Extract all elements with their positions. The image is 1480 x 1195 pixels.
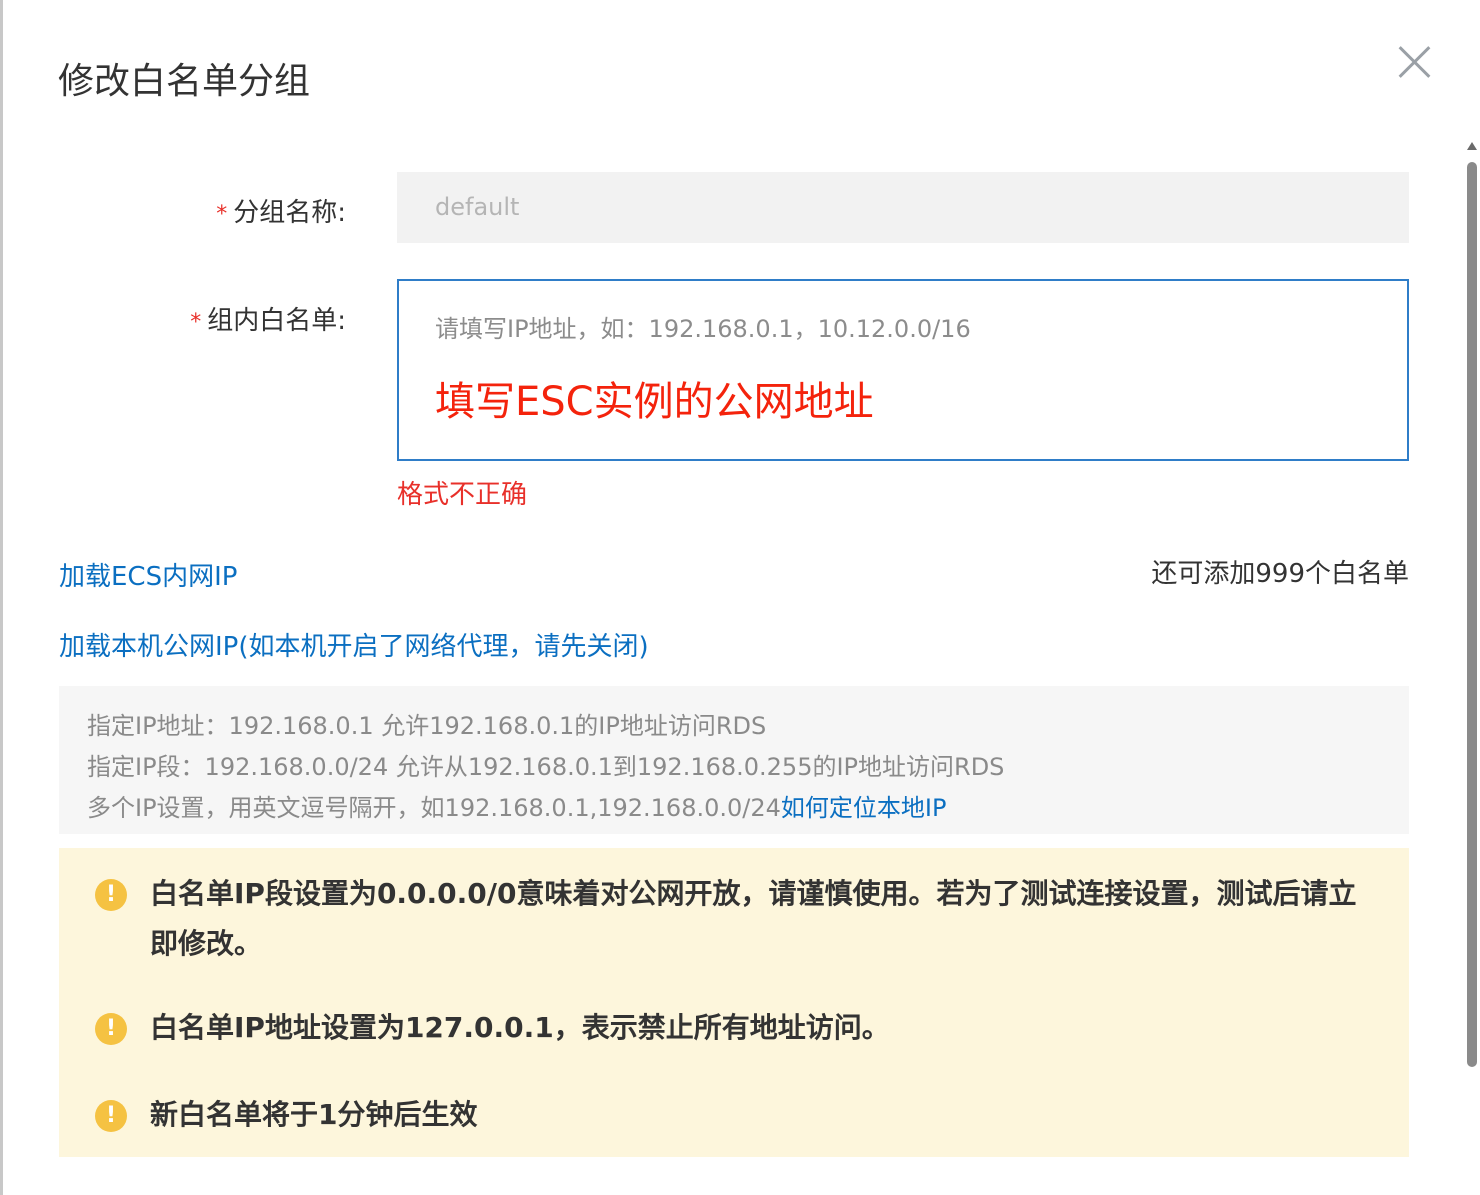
group-name-label-text: 分组名称: (233, 198, 346, 228)
whitelist-label-text: 组内白名单: (207, 306, 346, 336)
exclamation-circle-icon: ! (95, 1013, 127, 1045)
exclamation-circle-icon: ! (95, 1100, 127, 1132)
help-line-multiple: 多个IP设置，用英文逗号隔开，如192.168.0.1,192.168.0.0/… (87, 788, 946, 823)
group-name-field: default (397, 172, 1409, 243)
format-error-message: 格式不正确 (397, 480, 528, 510)
ip-format-help: 指定IP地址：192.168.0.1 允许192.168.0.1的IP地址访问R… (59, 686, 1409, 834)
whitelist-value: 填写ESC实例的公网地址 (435, 379, 874, 425)
required-mark: * (190, 310, 202, 335)
group-name-label: * 分组名称: (46, 192, 346, 229)
window-left-edge (0, 0, 3, 1195)
load-local-ip-link[interactable]: 加载本机公网IP(如本机开启了网络代理，请先关闭) (59, 626, 649, 663)
whitelist-textarea[interactable]: 请填写IP地址，如：192.168.0.1，10.12.0.0/16 填写ESC… (397, 279, 1409, 461)
vertical-scrollbar[interactable] (1463, 140, 1480, 1195)
load-ecs-ip-link[interactable]: 加载ECS内网IP (59, 556, 237, 593)
help-line-ip: 指定IP地址：192.168.0.1 允许192.168.0.1的IP地址访问R… (87, 712, 767, 740)
warning-panel: ! 白名单IP段设置为0.0.0.0/0意味着对公网开放，请谨慎使用。若为了测试… (59, 848, 1409, 1157)
locate-local-ip-link[interactable]: 如何定位本地IP (781, 794, 947, 822)
dialog-title: 修改白名单分组 (58, 61, 311, 102)
close-icon[interactable] (1396, 44, 1432, 80)
warning-text: 白名单IP段设置为0.0.0.0/0意味着对公网开放，请谨慎使用。若为了测试连接… (150, 877, 1357, 960)
required-mark: * (216, 202, 228, 227)
scroll-up-arrow-icon[interactable] (1467, 142, 1477, 150)
help-line-range: 指定IP段：192.168.0.0/24 允许从192.168.0.1到192.… (87, 753, 1005, 781)
warning-text: 白名单IP地址设置为127.0.0.1，表示禁止所有地址访问。 (150, 1011, 890, 1044)
whitelist-placeholder: 请填写IP地址，如：192.168.0.1，10.12.0.0/16 (435, 315, 971, 343)
remaining-count: 还可添加999个白名单 (1151, 559, 1409, 589)
exclamation-circle-icon: ! (95, 879, 127, 911)
help-line-multiple-text: 多个IP设置，用英文逗号隔开，如192.168.0.1,192.168.0.0/… (87, 794, 781, 822)
scrollbar-thumb[interactable] (1467, 162, 1477, 1067)
warning-text: 新白名单将于1分钟后生效 (150, 1098, 478, 1131)
whitelist-label: * 组内白名单: (46, 300, 346, 337)
